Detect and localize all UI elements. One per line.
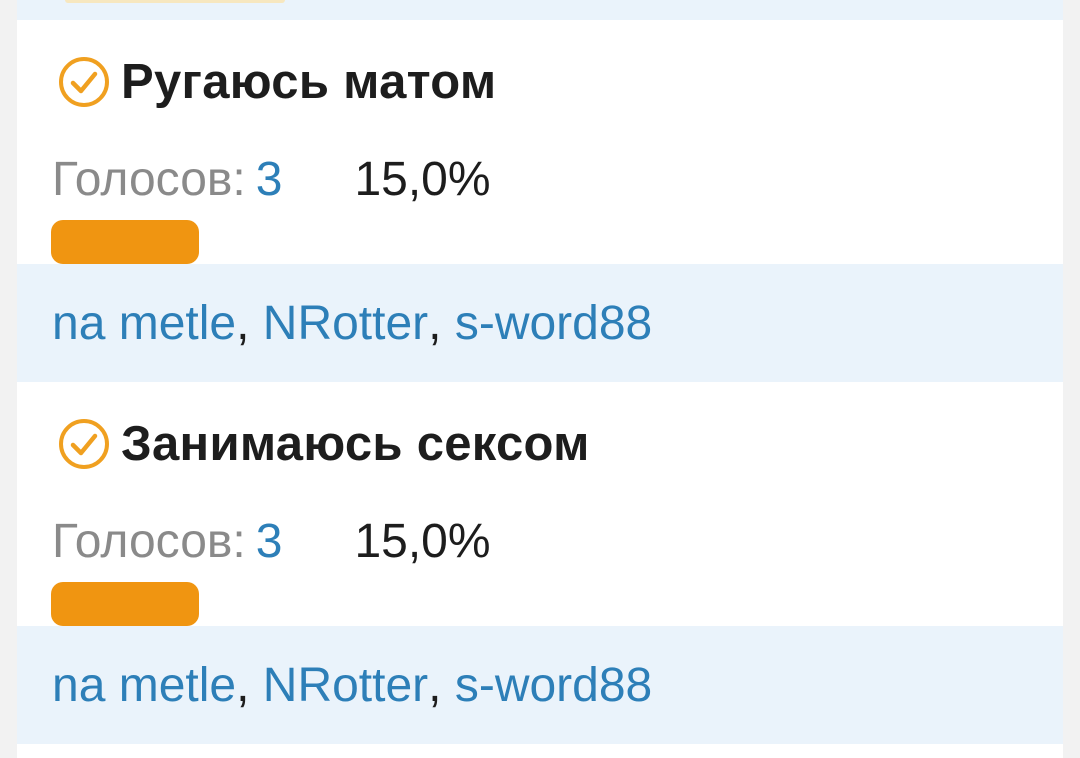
check-circle-icon [57,55,111,109]
poll-option-stats: Голосов: 3 15,0% [52,516,491,568]
vote-progress-fill [51,582,199,626]
poll-results-page: Ругаюсь матом Голосов: 3 15,0% na metle, N… [0,0,1080,758]
voter-separator: , [236,296,263,350]
voter-link[interactable]: NRotter [263,296,428,351]
voters-list: na metle, NRotter, s-word88 [17,626,1063,744]
voter-separator: , [236,658,263,712]
poll-option: Занимаюсь сексом Голосов: 3 15,0% na metle… [17,382,1063,744]
voter-separator: , [428,658,455,712]
voter-link[interactable]: na metle [52,658,236,713]
poll-option-body: Ругаюсь матом Голосов: 3 15,0% [17,20,1063,264]
vote-progress-bar [51,582,891,626]
votes-count-link[interactable]: 3 [256,153,283,206]
poll-results-panel: Ругаюсь матом Голосов: 3 15,0% na metle, N… [17,0,1063,758]
previous-bar-edge [65,0,285,3]
voter-separator: , [428,296,455,350]
poll-option-title: Занимаюсь сексом [121,417,590,471]
poll-option-stats: Голосов: 3 15,0% [52,154,491,206]
poll-option-title-row: Ругаюсь матом [57,52,496,112]
poll-option-title-row: Занимаюсь сексом [57,414,590,474]
votes-count-link[interactable]: 3 [256,515,283,568]
votes-label: Голосов: [52,515,246,568]
previous-voters-strip [17,0,1063,20]
votes-label: Голосов: [52,153,246,206]
voters-list: na metle, NRotter, s-word88 [17,264,1063,382]
vote-percent: 15,0% [354,515,491,568]
poll-option: Ругаюсь матом Голосов: 3 15,0% na metle, N… [17,20,1063,382]
vote-percent: 15,0% [354,153,491,206]
voter-link[interactable]: na metle [52,296,236,351]
vote-progress-bar [51,220,891,264]
poll-option-title: Ругаюсь матом [121,55,497,109]
poll-option-body: Занимаюсь сексом Голосов: 3 15,0% [17,382,1063,626]
voter-link[interactable]: s-word88 [455,658,652,713]
check-circle-icon [57,417,111,471]
voter-link[interactable]: NRotter [263,658,428,713]
vote-progress-fill [51,220,199,264]
voter-link[interactable]: s-word88 [455,296,652,351]
